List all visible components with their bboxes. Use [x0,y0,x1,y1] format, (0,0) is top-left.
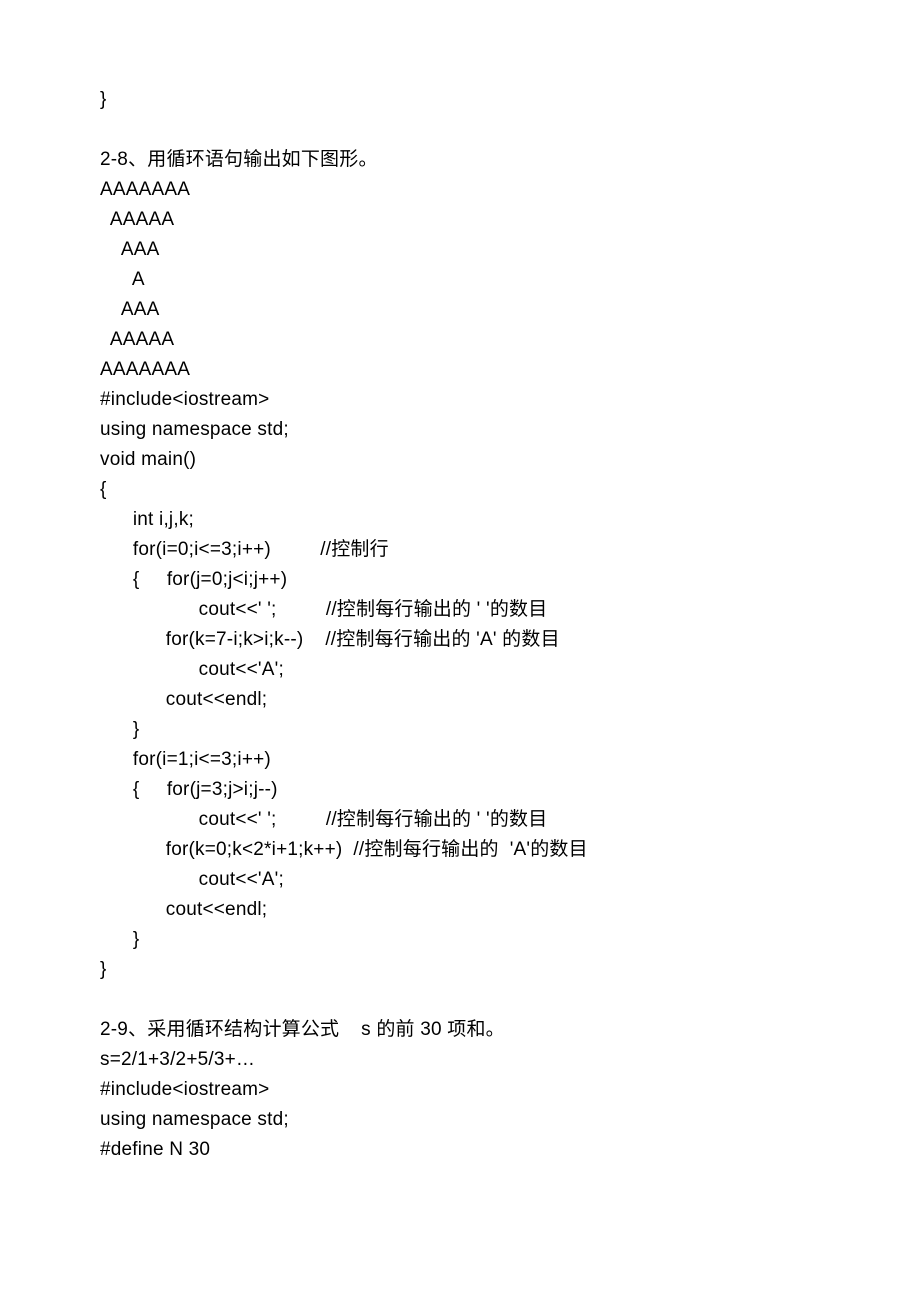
code-line: } [100,925,820,955]
code-line: for(k=7-i;k>i;k--) //控制每行输出的 'A' 的数目 [100,625,820,655]
code-line: } [100,715,820,745]
formula-line: s=2/1+3/2+5/3+… [100,1045,820,1075]
output-line: AAAAA [100,325,820,355]
code-line: { for(j=0;j<i;j++) [100,565,820,595]
code-line: { for(j=3;j>i;j--) [100,775,820,805]
output-line: AAA [100,295,820,325]
code-line: #include<iostream> [100,1075,820,1105]
output-line: AAA [100,235,820,265]
code-line: for(i=1;i<=3;i++) [100,745,820,775]
code-line: using namespace std; [100,1105,820,1135]
code-line: #include<iostream> [100,385,820,415]
code-line: cout<<' '; //控制每行输出的 ' '的数目 [100,805,820,835]
code-line: } [100,955,820,985]
problem-statement: 2-8、用循环语句输出如下图形。 [100,145,820,175]
code-line: for(i=0;i<=3;i++) //控制行 [100,535,820,565]
code-line: cout<<endl; [100,685,820,715]
output-line: AAAAA [100,205,820,235]
code-line: cout<<' '; //控制每行输出的 ' '的数目 [100,595,820,625]
code-line: cout<<endl; [100,895,820,925]
code-line: for(k=0;k<2*i+1;k++) //控制每行输出的 'A'的数目 [100,835,820,865]
problem-statement: 2-9、采用循环结构计算公式 s 的前 30 项和。 [100,1015,820,1045]
code-line: { [100,475,820,505]
output-line: A [100,265,820,295]
code-line: cout<<'A'; [100,655,820,685]
code-line: int i,j,k; [100,505,820,535]
document-page: } 2-8、用循环语句输出如下图形。 AAAAAAA AAAAA AAA A A… [0,0,920,1303]
blank-line [100,115,820,145]
code-line: void main() [100,445,820,475]
blank-line [100,985,820,1015]
code-line: #define N 30 [100,1135,820,1165]
code-line: using namespace std; [100,415,820,445]
output-line: AAAAAAA [100,355,820,385]
code-line: cout<<'A'; [100,865,820,895]
output-line: AAAAAAA [100,175,820,205]
code-line: } [100,85,820,115]
